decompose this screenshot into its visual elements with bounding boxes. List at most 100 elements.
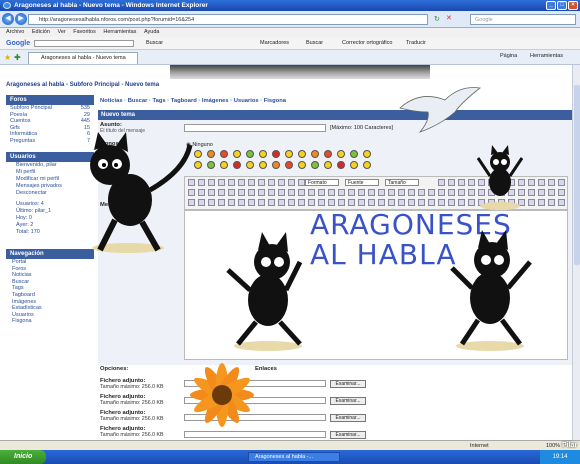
smiley-icon[interactable]	[311, 161, 319, 169]
editor-tool-icon[interactable]	[478, 189, 485, 196]
editor-tool-icon[interactable]	[538, 199, 545, 206]
nav-item[interactable]: Estadísticas	[6, 305, 94, 312]
editor-tool-icon[interactable]	[508, 199, 515, 206]
fichero-input-4[interactable]	[184, 431, 326, 438]
examinar-button-3[interactable]: Examinar...	[330, 414, 366, 422]
editor-tool-icon[interactable]	[228, 199, 235, 206]
forward-button[interactable]: ▶	[15, 13, 27, 25]
refresh-icon[interactable]: ↻	[434, 15, 440, 23]
smiley-icon[interactable]	[298, 161, 306, 169]
top-nav-links[interactable]: Noticias · Buscar · Tags · Tagboard · Im…	[100, 98, 286, 104]
editor-tool-icon[interactable]	[198, 179, 205, 186]
smiley-icon[interactable]	[337, 150, 345, 158]
smiley-icon[interactable]	[285, 161, 293, 169]
nav-item[interactable]: Buscar	[6, 279, 94, 286]
examinar-button-4[interactable]: Examinar...	[330, 431, 366, 439]
mi-perfil-link[interactable]: Mi perfil	[6, 169, 94, 176]
breadcrumb[interactable]: Aragoneses al habla - Subforo Principal …	[6, 82, 159, 88]
nav-item[interactable]: Noticias	[6, 272, 94, 279]
editor-tool-icon[interactable]	[348, 189, 355, 196]
scroll-thumb[interactable]	[574, 85, 580, 265]
editor-tool-icon[interactable]	[548, 199, 555, 206]
editor-tool-icon[interactable]	[488, 189, 495, 196]
examinar-button-1[interactable]: Examinar...	[330, 380, 366, 388]
smiley-icon[interactable]	[220, 161, 228, 169]
editor-tool-icon[interactable]	[208, 199, 215, 206]
editor-tool-icon[interactable]	[358, 199, 365, 206]
nav-item[interactable]: Imágenes	[6, 299, 94, 306]
stop-icon[interactable]: ✕	[446, 14, 452, 22]
smiley-icon[interactable]	[259, 150, 267, 158]
editor-tool-icon[interactable]	[288, 199, 295, 206]
editor-tool-icon[interactable]	[338, 189, 345, 196]
editor-tool-icon[interactable]	[288, 189, 295, 196]
nav-item[interactable]: Tags	[6, 285, 94, 292]
editor-tool-icon[interactable]	[238, 189, 245, 196]
editor-tool-icon[interactable]	[348, 199, 355, 206]
nav-item[interactable]: Usuarios	[6, 312, 94, 319]
editor-tool-icon[interactable]	[278, 179, 285, 186]
editor-tool-icon[interactable]	[218, 179, 225, 186]
add-favorite-icon[interactable]: ✚	[14, 53, 21, 62]
ninguno-radio[interactable]: ◉ Ninguno	[186, 142, 213, 148]
nav-item[interactable]: Tagboard	[6, 292, 94, 299]
editor-tool-icon[interactable]	[428, 189, 435, 196]
editor-tool-icon[interactable]	[258, 189, 265, 196]
editor-tool-icon[interactable]	[458, 179, 465, 186]
editor-tool-icon[interactable]	[398, 189, 405, 196]
editor-tool-icon[interactable]	[298, 189, 305, 196]
editor-tool-icon[interactable]	[438, 199, 445, 206]
vertical-scrollbar[interactable]	[572, 65, 580, 448]
editor-tool-icon[interactable]	[408, 189, 415, 196]
editor-tool-icon[interactable]	[388, 189, 395, 196]
editor-tool-icon[interactable]	[218, 189, 225, 196]
google-search-input[interactable]	[34, 40, 134, 47]
editor-tool-icon[interactable]	[538, 179, 545, 186]
editor-tool-icon[interactable]	[478, 199, 485, 206]
tamano-select[interactable]: Tamaño	[385, 179, 419, 186]
editor-tool-icon[interactable]	[298, 179, 305, 186]
editor-tool-icon[interactable]	[368, 199, 375, 206]
smiley-icon[interactable]	[259, 161, 267, 169]
editor-tool-icon[interactable]	[448, 199, 455, 206]
editor-tool-icon[interactable]	[558, 179, 565, 186]
editor-tool-icon[interactable]	[368, 189, 375, 196]
smiley-icon[interactable]	[207, 150, 215, 158]
editor-tool-icon[interactable]	[388, 199, 395, 206]
fichero-input-2[interactable]	[184, 397, 326, 404]
editor-tool-icon[interactable]	[268, 199, 275, 206]
editor-tool-icon[interactable]	[528, 199, 535, 206]
editor-tool-icon[interactable]	[278, 199, 285, 206]
editor-tool-icon[interactable]	[298, 199, 305, 206]
asunto-input[interactable]	[184, 124, 326, 132]
editor-tool-icon[interactable]	[528, 189, 535, 196]
modificar-perfil-link[interactable]: Modificar mi perfil	[6, 176, 94, 183]
editor-tool-icon[interactable]	[248, 189, 255, 196]
editor-tool-icon[interactable]	[198, 189, 205, 196]
editor-tool-icon[interactable]	[308, 199, 315, 206]
desconectar-link[interactable]: Desconectar	[6, 190, 94, 197]
editor-tool-icon[interactable]	[438, 189, 445, 196]
editor-tool-icon[interactable]	[558, 199, 565, 206]
editor-tool-icon[interactable]	[438, 179, 445, 186]
editor-tool-icon[interactable]	[548, 189, 555, 196]
editor-tool-icon[interactable]	[408, 199, 415, 206]
smiley-icon[interactable]	[350, 150, 358, 158]
close-button[interactable]: ×	[568, 1, 578, 10]
menu-ayuda[interactable]: Ayuda	[144, 29, 160, 35]
minimize-button[interactable]: _	[546, 1, 556, 10]
traducir-button[interactable]: Traducir	[406, 37, 426, 50]
search-input[interactable]: Google	[470, 14, 576, 25]
editor-tool-icon[interactable]	[498, 179, 505, 186]
smiley-icon[interactable]	[324, 161, 332, 169]
smiley-icon[interactable]	[272, 161, 280, 169]
editor-tool-icon[interactable]	[188, 179, 195, 186]
smiley-icon[interactable]	[207, 161, 215, 169]
smiley-icon[interactable]	[363, 161, 371, 169]
pagina-menu[interactable]: Página	[500, 53, 517, 59]
editor-tool-icon[interactable]	[228, 189, 235, 196]
editor-tool-icon[interactable]	[288, 179, 295, 186]
buscar2-button[interactable]: Buscar	[306, 37, 323, 50]
editor-tool-icon[interactable]	[198, 199, 205, 206]
editor-tool-icon[interactable]	[378, 199, 385, 206]
